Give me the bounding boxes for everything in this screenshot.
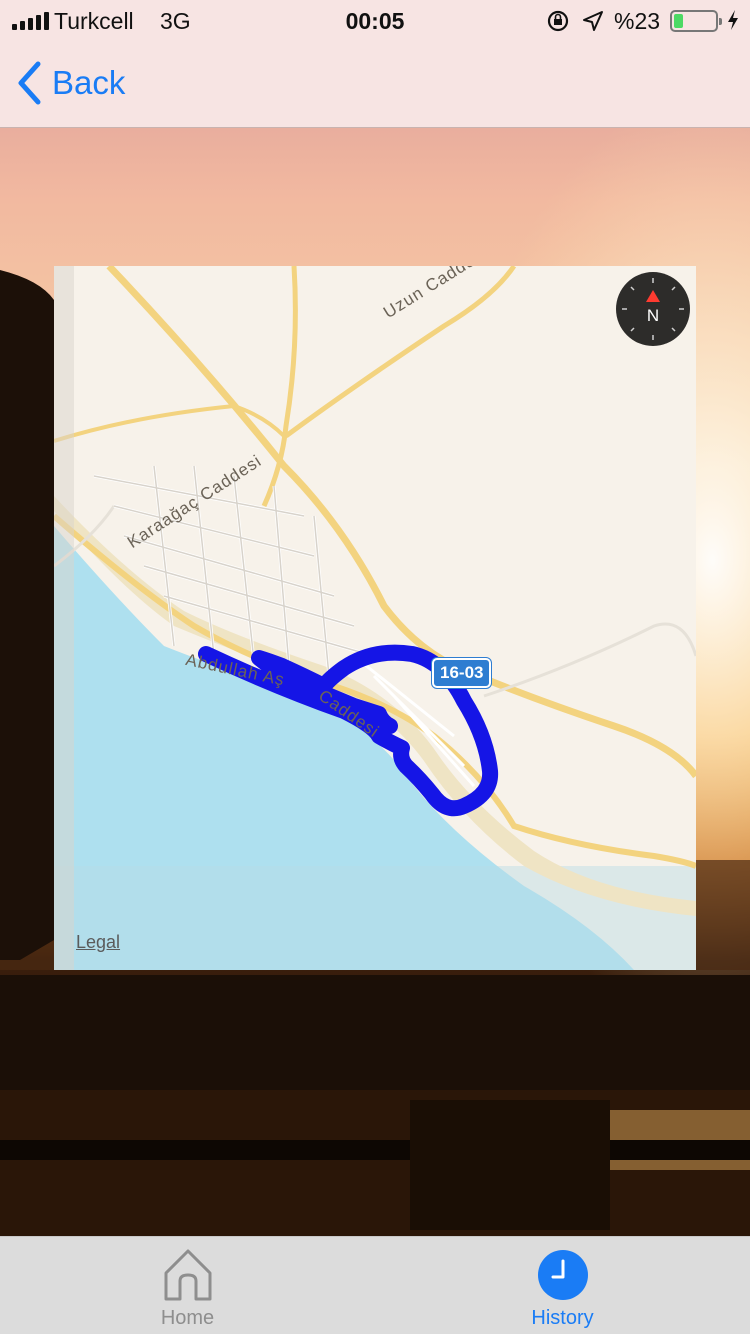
compass-button[interactable]: N [616, 272, 690, 346]
orientation-lock-icon [547, 10, 569, 32]
charging-bolt-icon [728, 10, 738, 30]
back-label: Back [52, 64, 126, 101]
clock-icon [537, 1247, 589, 1303]
back-button[interactable]: Back [16, 58, 125, 108]
battery-icon [670, 10, 722, 32]
battery-percentage: %23 [614, 8, 661, 34]
status-bar: Turkcell 3G 00:05 %23 [0, 0, 750, 40]
tab-home[interactable]: Home [0, 1237, 375, 1334]
battery-fill [674, 14, 683, 28]
compass-north-label: N [646, 306, 660, 325]
tab-home-label: Home [160, 1307, 215, 1329]
legal-link[interactable]: Legal [76, 932, 120, 953]
route-map[interactable]: Uzun Caddesi Karaağaç Caddesi Abdullah A… [54, 266, 696, 970]
tab-history[interactable]: History [375, 1237, 750, 1334]
house-icon [162, 1247, 214, 1303]
navigation-bar: Turkcell 3G 00:05 %23 Back [0, 0, 750, 128]
map-canvas[interactable] [54, 266, 696, 970]
location-arrow-icon [583, 11, 603, 31]
chevron-left-icon [18, 61, 41, 105]
route-shield-badge: 16-03 [432, 658, 492, 688]
tab-history-label: History [531, 1307, 594, 1329]
tab-bar: Home History [0, 1236, 750, 1334]
